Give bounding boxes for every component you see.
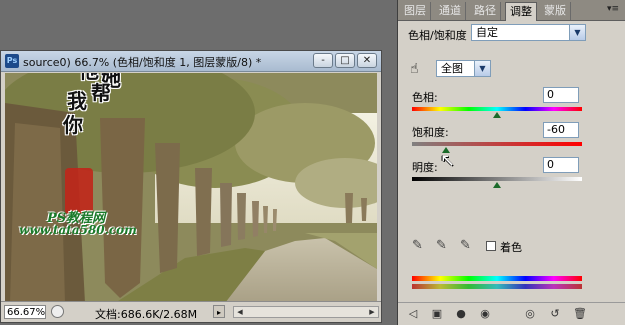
colorize-label: 着色 bbox=[500, 241, 522, 254]
image-canvas[interactable]: 他 她 帮 我 你 PS教程网 www.tata580.com bbox=[5, 73, 377, 303]
lightness-input[interactable]: 0 bbox=[543, 157, 579, 173]
saturation-input[interactable]: -60 bbox=[543, 122, 579, 138]
channel-select[interactable]: 全图 ▼ bbox=[436, 60, 491, 77]
panel-tabs: 图层 通道 路径 调整 蒙版 ▾≡ bbox=[398, 0, 625, 21]
preset-select[interactable]: 自定 ▼ bbox=[471, 24, 586, 41]
zoom-field[interactable]: 66.67% bbox=[4, 305, 46, 319]
saturation-slider[interactable] bbox=[412, 142, 582, 146]
mouse-pointer-icon: ↖ bbox=[440, 150, 456, 171]
document-title-bar[interactable]: Ps source0) 66.7% (色相/饱和度 1, 图层蒙版/8) * -… bbox=[1, 51, 381, 72]
output-color-bar bbox=[412, 284, 582, 289]
lightness-slider-thumb[interactable] bbox=[493, 182, 501, 188]
hand-adjust-icon[interactable]: ☝ bbox=[410, 61, 419, 77]
document-title: source0) 66.7% (色相/饱和度 1, 图层蒙版/8) * bbox=[23, 54, 261, 70]
input-color-bar bbox=[412, 276, 582, 281]
document-window: Ps source0) 66.7% (色相/饱和度 1, 图层蒙版/8) * -… bbox=[0, 50, 382, 323]
back-arrow-icon[interactable]: ◁ bbox=[406, 307, 420, 321]
tree-lined-road-photo bbox=[5, 73, 377, 303]
tab-paths[interactable]: 路径 bbox=[470, 2, 501, 20]
watermark-char: 你 bbox=[63, 113, 83, 137]
tab-masks[interactable]: 蒙版 bbox=[540, 2, 571, 20]
hue-slider[interactable] bbox=[412, 107, 582, 111]
minimize-button[interactable]: - bbox=[313, 53, 333, 68]
hue-label: 色相: bbox=[412, 91, 438, 104]
hue-input[interactable]: 0 bbox=[543, 87, 579, 103]
document-title-suffix: ) 66.7% (色相/饱和度 1, 图层蒙版/8) * bbox=[66, 56, 262, 69]
view-previous-icon[interactable]: ◎ bbox=[523, 307, 537, 321]
adjustment-title: 色相/饱和度 bbox=[408, 29, 467, 42]
preset-value: 自定 bbox=[476, 26, 498, 39]
scroll-left-icon[interactable]: ◀ bbox=[234, 307, 246, 317]
restore-button[interactable]: □ bbox=[335, 53, 355, 68]
document-filename: source0 bbox=[23, 56, 67, 69]
watermark-site-url: www.tata580.com bbox=[19, 223, 137, 237]
tab-layers[interactable]: 图层 bbox=[400, 2, 431, 20]
close-button[interactable]: ✕ bbox=[357, 53, 377, 68]
panel-view-icon[interactable]: ▣ bbox=[430, 307, 444, 321]
visibility-eye-icon[interactable]: ◉ bbox=[478, 307, 492, 321]
chevron-down-icon[interactable]: ▼ bbox=[569, 25, 585, 40]
colorize-checkbox[interactable] bbox=[486, 241, 496, 251]
hue-slider-thumb[interactable] bbox=[493, 112, 501, 118]
photoshop-icon: Ps bbox=[5, 54, 19, 68]
eyedropper-icon[interactable]: ✎ bbox=[412, 238, 423, 253]
reset-icon[interactable]: ↺ bbox=[548, 307, 562, 321]
channel-value: 全图 bbox=[441, 62, 463, 75]
document-status-bar: 66.67% 文档:686.6K/2.68M ▸ ◀ ▶ bbox=[1, 301, 381, 322]
delete-icon[interactable]: 🗑 bbox=[573, 307, 587, 321]
lightness-label: 明度: bbox=[412, 161, 438, 174]
document-info: 文档:686.6K/2.68M bbox=[95, 308, 198, 321]
status-menu-arrow-icon[interactable]: ▸ bbox=[213, 305, 225, 318]
tab-channels[interactable]: 通道 bbox=[435, 2, 466, 20]
scroll-right-icon[interactable]: ▶ bbox=[366, 307, 378, 317]
panel-menu-icon[interactable]: ▾≡ bbox=[607, 4, 619, 14]
adjustments-panel: 图层 通道 路径 调整 蒙版 ▾≡ 色相/饱和度 自定 ▼ ☝ 全图 ▼ 色相:… bbox=[397, 0, 625, 325]
clip-layer-icon[interactable]: ● bbox=[454, 307, 468, 321]
tab-adjustments[interactable]: 调整 bbox=[505, 2, 537, 21]
horizontal-scrollbar[interactable]: ◀ ▶ bbox=[233, 306, 379, 318]
watermark-char: 帮 bbox=[91, 81, 111, 105]
saturation-label: 饱和度: bbox=[412, 126, 449, 139]
status-info-icon[interactable] bbox=[51, 305, 64, 318]
eyedropper-minus-icon[interactable]: ✎ bbox=[460, 238, 471, 253]
panel-bottom-toolbar: ◁ ▣ ● ◉ ◎ ↺ 🗑 bbox=[398, 302, 625, 325]
eyedropper-plus-icon[interactable]: ✎ bbox=[436, 238, 447, 253]
lightness-slider[interactable] bbox=[412, 177, 582, 181]
chevron-down-icon[interactable]: ▼ bbox=[474, 61, 490, 76]
